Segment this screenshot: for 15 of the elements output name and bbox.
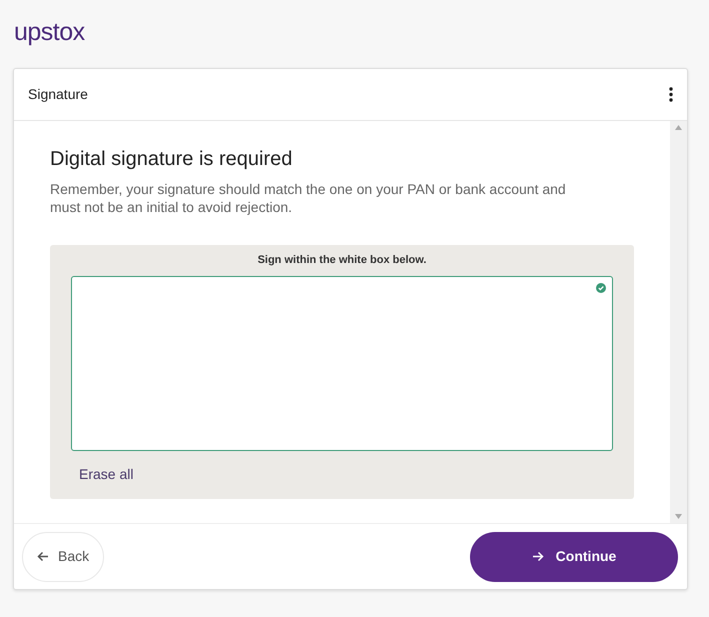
scrollbar[interactable] <box>670 121 687 523</box>
heading: Digital signature is required <box>50 147 294 171</box>
instruction-text: Sign within the white box below. <box>256 253 428 268</box>
check-icon <box>596 282 606 292</box>
card-title: Signature <box>28 85 88 104</box>
scroll-up-icon[interactable] <box>675 125 682 130</box>
back-button[interactable]: Back <box>22 532 104 582</box>
arrow-left-icon <box>37 551 49 562</box>
arrow-right-icon <box>532 551 544 562</box>
scroll-down-icon[interactable] <box>675 514 682 519</box>
more-options-icon[interactable] <box>669 87 673 102</box>
erase-all-link[interactable]: Erase all <box>79 464 134 484</box>
continue-button[interactable]: Continue <box>470 532 678 582</box>
logo: upstox <box>14 17 85 47</box>
description: Remember, your signature should match the one on your PAN or bank account and must not be an initial to avoid rejection. <box>50 180 567 216</box>
